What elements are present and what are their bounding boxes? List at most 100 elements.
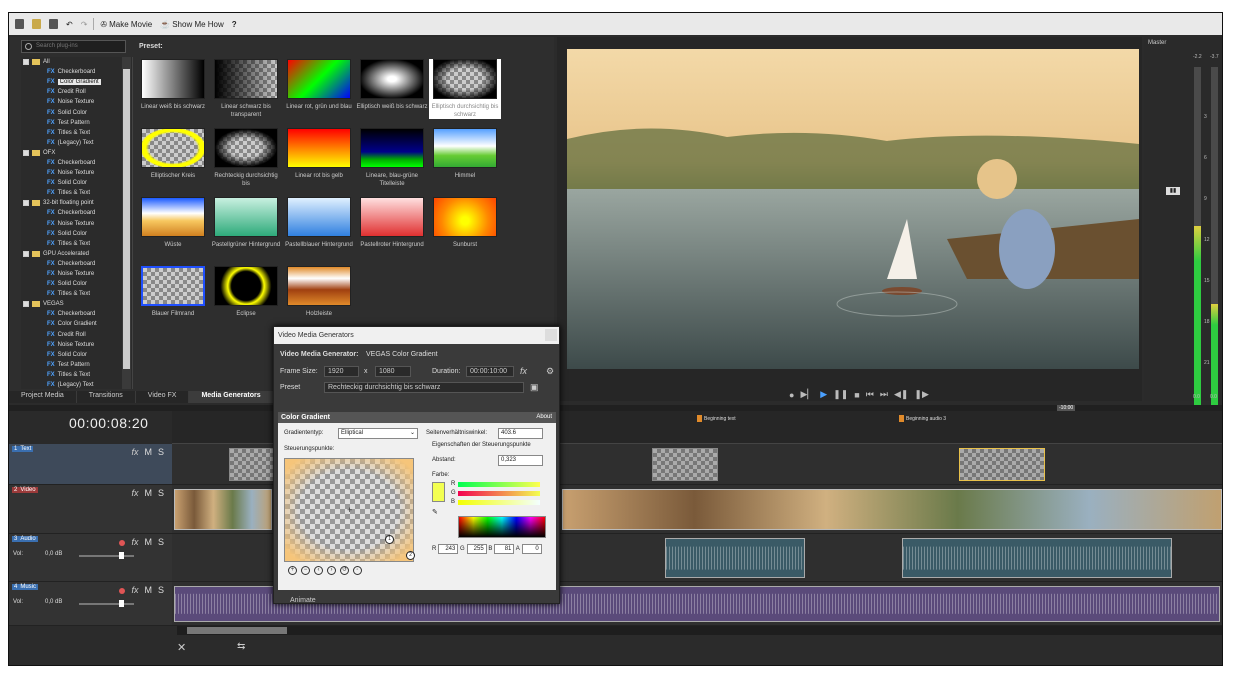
edit-tool-icon[interactable]: ⇆: [237, 641, 245, 652]
timeline-clip[interactable]: [652, 448, 718, 481]
tree-item[interactable]: FX Titles & Text: [21, 370, 132, 380]
mute-button[interactable]: M: [144, 488, 152, 498]
preset-tile[interactable]: Pastellroter Hintergrund: [356, 197, 428, 249]
dialog-close-button[interactable]: [545, 329, 557, 341]
preset-tile[interactable]: Linear weiß bis schwarz: [137, 59, 209, 111]
collapse-icon[interactable]: [23, 301, 29, 308]
tab-media-generators[interactable]: Media Generators: [189, 391, 274, 403]
tree-item[interactable]: FX Noise Texture: [21, 340, 132, 350]
tree-item[interactable]: FX Noise Texture: [21, 219, 132, 229]
control-point-2[interactable]: 2: [406, 551, 415, 560]
next-frame-icon[interactable]: ❚▶: [914, 389, 928, 400]
eyedropper-icon[interactable]: ✎: [432, 508, 438, 516]
tree-scrollbar-thumb[interactable]: [123, 69, 130, 369]
tree-category[interactable]: GPU Accelerated: [21, 249, 132, 259]
tree-category[interactable]: 32-bit floating point: [21, 198, 132, 208]
marker-beginning-text[interactable]: Beginning text: [697, 415, 736, 422]
track-header-video[interactable]: 2 Video fx M S: [9, 485, 172, 534]
tree-item[interactable]: FX Titles & Text: [21, 128, 132, 138]
track-name[interactable]: 1 Text: [12, 446, 34, 452]
timeline-clip[interactable]: [902, 538, 1172, 578]
frame-width-field[interactable]: 1920: [324, 366, 359, 377]
r-field[interactable]: 243: [438, 544, 459, 554]
preset-tile[interactable]: Pastellgrüner Hintergrund: [210, 197, 282, 249]
tree-item[interactable]: FX Credit Roll: [21, 330, 132, 340]
tree-scrollbar[interactable]: [122, 57, 131, 389]
record-icon[interactable]: ●: [789, 390, 794, 400]
b-slider[interactable]: [458, 500, 540, 505]
tree-item[interactable]: FX Solid Color: [21, 229, 132, 239]
play-icon[interactable]: ▶: [820, 389, 827, 400]
preset-tile[interactable]: Himmel: [429, 128, 501, 180]
volume-slider-knob[interactable]: [119, 600, 124, 607]
previous-icon[interactable]: ⏮: [866, 389, 874, 400]
color-spectrum[interactable]: [458, 516, 546, 538]
lock-meters-icon[interactable]: ▮▮: [1166, 187, 1180, 195]
save-icon[interactable]: [47, 19, 60, 29]
mute-button[interactable]: M: [144, 537, 152, 547]
next-icon[interactable]: ⏭: [880, 389, 888, 400]
prev-point-icon[interactable]: ‹: [314, 566, 323, 575]
tab-video-fx[interactable]: Video FX: [136, 391, 190, 403]
add-point-icon[interactable]: +: [288, 566, 297, 575]
preset-tile[interactable]: Holzleiste: [283, 266, 355, 318]
preset-tile[interactable]: Linear rot, grün und blau: [283, 59, 355, 111]
fx-button[interactable]: fx: [131, 447, 138, 457]
tree-item[interactable]: FX Checkerboard: [21, 259, 132, 269]
volume-slider[interactable]: [79, 600, 134, 607]
tree-item[interactable]: FX Color Gradient: [21, 77, 132, 87]
collapse-icon[interactable]: [23, 250, 29, 257]
tree-item[interactable]: FX Titles & Text: [21, 289, 132, 299]
track-name[interactable]: 3 Audio: [12, 536, 38, 542]
track-header-music[interactable]: 4 Music fx M S Vol: 0,0 dB: [9, 582, 172, 626]
tree-item[interactable]: FX Credit Roll: [21, 87, 132, 97]
preset-tile[interactable]: Sunburst: [429, 197, 501, 249]
volume-slider[interactable]: [79, 552, 134, 559]
preset-tile[interactable]: Elliptischer Kreis: [137, 128, 209, 180]
tree-category[interactable]: All: [21, 57, 132, 67]
g-slider[interactable]: [458, 491, 540, 496]
save-preset-icon[interactable]: ▣: [530, 382, 539, 393]
timeline-scrollbar-thumb[interactable]: [187, 627, 287, 634]
timeline-clip[interactable]: [229, 448, 279, 481]
preset-tile[interactable]: Linear schwarz bis transparent: [210, 59, 282, 119]
gradient-type-select[interactable]: Elliptical ⌄: [338, 428, 418, 439]
preset-tile[interactable]: Pastellblauer Hintergrund: [283, 197, 355, 249]
tab-project-media[interactable]: Project Media: [9, 391, 77, 403]
solo-button[interactable]: S: [158, 488, 164, 498]
open-folder-icon[interactable]: [30, 19, 43, 29]
about-link[interactable]: About: [536, 412, 552, 423]
solo-button[interactable]: S: [158, 447, 164, 457]
animate-button[interactable]: Animate: [290, 597, 316, 604]
volume-slider-knob[interactable]: [119, 552, 124, 559]
tree-item[interactable]: FX Color Gradient: [21, 319, 132, 329]
undo-icon[interactable]: ↶: [64, 20, 75, 29]
preset-dropdown[interactable]: Rechteckig durchsichtig bis schwarz: [324, 382, 524, 393]
arm-record-icon[interactable]: [119, 588, 126, 594]
solo-button[interactable]: S: [158, 585, 164, 595]
tree-category[interactable]: VEGAS: [21, 299, 132, 309]
r-slider[interactable]: [458, 482, 540, 487]
timeline-clip[interactable]: [562, 489, 1222, 530]
show-me-how-button[interactable]: ☕ Show Me How: [158, 20, 226, 29]
marker-beginning-audio[interactable]: Beginning audio 3: [899, 415, 946, 422]
control-point-1[interactable]: 1: [385, 535, 394, 544]
tree-item[interactable]: FX Noise Texture: [21, 97, 132, 107]
redo-icon[interactable]: ↷: [79, 20, 90, 29]
tree-item[interactable]: FX Test Pattern: [21, 118, 132, 128]
tree-item[interactable]: FX Test Pattern: [21, 360, 132, 370]
stop-icon[interactable]: ■: [854, 390, 859, 400]
close-icon[interactable]: ✕: [177, 641, 186, 654]
preset-tile[interactable]: Eclipse: [210, 266, 282, 318]
tree-item[interactable]: FX Solid Color: [21, 350, 132, 360]
distance-field[interactable]: 0,323: [498, 455, 543, 466]
tree-item[interactable]: FX Solid Color: [21, 178, 132, 188]
tree-item[interactable]: FX Checkerboard: [21, 158, 132, 168]
mute-button[interactable]: M: [144, 585, 152, 595]
timeline-clip[interactable]: [174, 489, 272, 530]
make-movie-button[interactable]: ✇ Make Movie: [98, 20, 154, 29]
track-name[interactable]: 4 Music: [12, 584, 39, 590]
new-file-icon[interactable]: [13, 19, 26, 29]
color-swatch[interactable]: [432, 482, 445, 502]
preset-tile[interactable]: Rechteckig durchsichtig bis: [210, 128, 282, 188]
